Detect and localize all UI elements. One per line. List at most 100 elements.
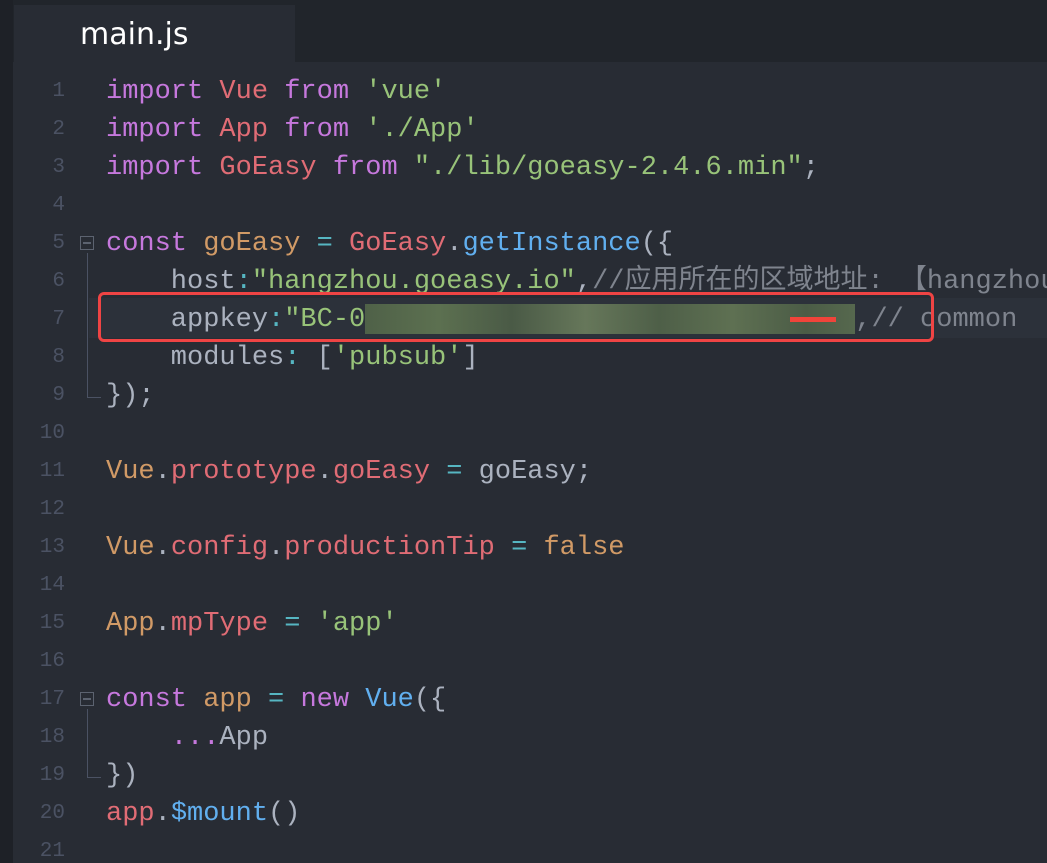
code-token: = xyxy=(446,457,463,487)
code-token: App xyxy=(219,723,269,753)
code-token: prototype xyxy=(170,457,317,487)
code-line[interactable]: 2 import App from './App' xyxy=(13,111,1047,149)
code-line[interactable]: 13 Vue.config.productionTip = false xyxy=(13,529,1047,567)
code-token: . xyxy=(268,533,285,563)
code-token: false xyxy=(543,533,625,563)
line-number: 9 xyxy=(52,384,65,407)
code-token: ({ xyxy=(640,229,674,259)
code-text: import App from './App' xyxy=(106,111,479,149)
code-line[interactable]: 20 app.$mount() xyxy=(13,795,1047,833)
code-token: }) xyxy=(106,761,139,791)
code-line[interactable]: 16 xyxy=(13,643,1047,681)
code-text: const app = new Vue({ xyxy=(106,681,446,719)
code-line[interactable]: 12 xyxy=(13,491,1047,529)
code-text: }) xyxy=(106,757,138,795)
code-token: mpType xyxy=(170,609,269,639)
code-token: . xyxy=(316,457,333,487)
fold-toggle-icon[interactable] xyxy=(80,236,94,250)
code-line[interactable]: 19}) xyxy=(13,757,1047,795)
code-token: : xyxy=(284,343,301,373)
code-token: "./lib/goeasy-2.4.6.min" xyxy=(413,153,803,183)
fold-guide xyxy=(87,253,88,397)
code-line[interactable]: 10 xyxy=(13,415,1047,453)
tab-title: main.js xyxy=(80,17,189,52)
code-token: Vue xyxy=(365,685,414,715)
code-line[interactable]: 9}); xyxy=(13,377,1047,415)
code-token: const xyxy=(106,685,188,715)
code-token: goEasy; xyxy=(462,457,593,487)
fold-guide-end xyxy=(87,777,101,778)
code-token: . xyxy=(446,229,463,259)
code-token: 'app' xyxy=(316,609,398,639)
fold-guide-end xyxy=(87,397,101,398)
code-token: ({ xyxy=(413,685,447,715)
code-text: ...App xyxy=(106,719,268,757)
code-line[interactable]: 14 xyxy=(13,567,1047,605)
code-line[interactable]: 5 const goEasy = GoEasy.getInstance({ xyxy=(13,225,1047,263)
code-token: }); xyxy=(106,381,155,411)
code-token: app xyxy=(203,685,252,715)
code-token: app xyxy=(106,799,155,829)
code-line[interactable]: 8 modules: ['pubsub'] xyxy=(13,339,1047,377)
code-token: App xyxy=(219,115,269,145)
code-token: . xyxy=(154,799,171,829)
line-number: 11 xyxy=(39,460,65,483)
left-edge xyxy=(0,0,13,863)
code-text: Vue.config.productionTip = false xyxy=(106,529,625,567)
code-token: ; xyxy=(802,153,819,183)
code-token: GoEasy xyxy=(219,153,317,183)
line-number: 21 xyxy=(39,840,65,863)
code-line[interactable]: 4 xyxy=(13,187,1047,225)
code-token: . xyxy=(154,533,171,563)
code-token: () xyxy=(268,799,301,829)
code-text: App.mpType = 'app' xyxy=(106,605,398,643)
tab-main-js[interactable]: main.js xyxy=(14,5,295,62)
code-token: = xyxy=(511,533,528,563)
code-line[interactable]: 18 ...App xyxy=(13,719,1047,757)
code-token: = xyxy=(268,685,285,715)
code-token: ] xyxy=(462,343,479,373)
code-line[interactable]: 21 xyxy=(13,833,1047,863)
code-text: }); xyxy=(106,377,155,415)
code-line[interactable]: 3 import GoEasy from "./lib/goeasy-2.4.6.… xyxy=(13,149,1047,187)
line-number: 19 xyxy=(39,764,65,787)
line-number: 12 xyxy=(39,498,65,521)
code-line[interactable]: 11 Vue.prototype.goEasy = goEasy; xyxy=(13,453,1047,491)
code-token: 'vue' xyxy=(365,77,447,107)
code-token: getInstance xyxy=(462,229,641,259)
code-token: import xyxy=(106,153,204,183)
line-number: 5 xyxy=(52,232,65,255)
code-line[interactable]: 17 const app = new Vue({ xyxy=(13,681,1047,719)
code-editor[interactable]: 1 import Vue from 'vue' 2 import App from '… xyxy=(13,73,1047,863)
code-token: GoEasy xyxy=(349,229,447,259)
line-number: 1 xyxy=(52,80,65,103)
code-text: const goEasy = GoEasy.getInstance({ xyxy=(106,225,673,263)
code-text: app.$mount() xyxy=(106,795,300,833)
fold-toggle-icon[interactable] xyxy=(80,692,94,706)
line-number: 4 xyxy=(52,194,65,217)
annotation-highlight-box xyxy=(98,292,934,342)
code-token: = xyxy=(316,229,333,259)
line-number: 3 xyxy=(52,156,65,179)
line-number: 20 xyxy=(39,802,65,825)
code-token: import xyxy=(106,115,204,145)
code-line[interactable]: 1 import Vue from 'vue' xyxy=(13,73,1047,111)
code-token: modules xyxy=(106,343,285,373)
code-line[interactable]: 15 App.mpType = 'app' xyxy=(13,605,1047,643)
